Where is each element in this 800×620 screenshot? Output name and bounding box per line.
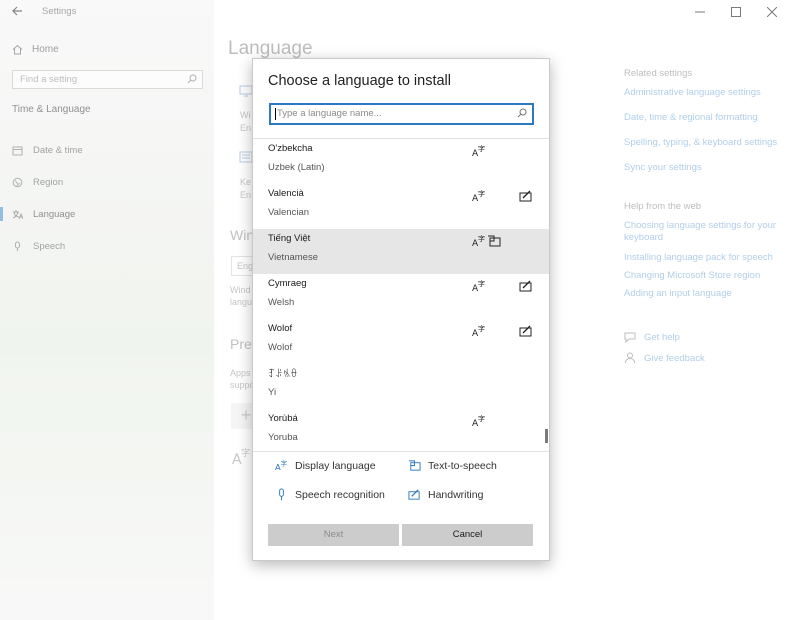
svg-text:字: 字 xyxy=(478,324,485,333)
display-language-icon: A字 xyxy=(472,414,485,428)
legend-speech-recognition: Speech recognition xyxy=(275,488,385,501)
language-native-name: ꆈꌠꁱꂷ xyxy=(268,369,298,380)
language-row-wolof[interactable]: Wolof Wolof A字 xyxy=(253,319,549,364)
language-english-name: Yoruba xyxy=(268,432,298,443)
cancel-button[interactable]: Cancel xyxy=(402,524,533,546)
language-native-name: O'zbekcha xyxy=(268,143,313,154)
text-to-speech-icon xyxy=(488,235,501,247)
svg-text:字: 字 xyxy=(281,459,288,468)
legend-label: Display language xyxy=(295,459,376,472)
display-language-icon: A字 xyxy=(472,324,485,338)
language-native-name: Tiếng Việt xyxy=(268,233,311,244)
display-language-icon: A字 xyxy=(472,279,485,293)
svg-text:字: 字 xyxy=(478,189,485,198)
language-row-yoruba[interactable]: Yorùbá Yoruba A字 xyxy=(253,409,549,451)
legend-text-to-speech: Text-to-speech xyxy=(408,459,497,472)
display-language-icon: A字 xyxy=(472,189,485,203)
handwriting-icon xyxy=(408,489,420,500)
dialog-title: Choose a language to install xyxy=(268,73,451,89)
next-button[interactable]: Next xyxy=(268,524,399,546)
language-search-input[interactable]: Type a language name... xyxy=(269,103,534,125)
legend-label: Speech recognition xyxy=(295,488,385,501)
language-row-valencian[interactable]: Valencià Valencian A字 xyxy=(253,184,549,229)
scrollbar-thumb[interactable] xyxy=(545,429,548,443)
language-native-name: Yorùbá xyxy=(268,413,298,424)
choose-language-dialog: Choose a language to install Type a lang… xyxy=(252,58,550,561)
language-search-placeholder: Type a language name... xyxy=(277,108,382,119)
text-caret xyxy=(275,108,276,120)
handwriting-icon xyxy=(519,190,532,202)
language-row-uzbek[interactable]: O'zbekcha Uzbek (Latin) A字 xyxy=(253,139,549,184)
language-list[interactable]: O'zbekcha Uzbek (Latin) A字 Valencià Vale… xyxy=(253,139,549,451)
language-english-name: Valencian xyxy=(268,207,310,218)
legend-label: Text-to-speech xyxy=(428,459,497,472)
language-english-name: Vietnamese xyxy=(268,252,318,263)
language-english-name: Yi xyxy=(268,387,277,398)
legend-display-language: A字 Display language xyxy=(275,459,376,472)
language-english-name: Welsh xyxy=(268,297,295,308)
legend-handwriting: Handwriting xyxy=(408,488,483,501)
language-row-welsh[interactable]: Cymraeg Welsh A字 xyxy=(253,274,549,319)
language-native-name: Valencià xyxy=(268,188,304,199)
legend-label: Handwriting xyxy=(428,488,484,501)
language-native-name: Wolof xyxy=(268,323,293,334)
language-english-name: Wolof xyxy=(268,342,293,353)
svg-text:字: 字 xyxy=(478,279,485,288)
svg-text:字: 字 xyxy=(478,414,485,423)
microphone-icon xyxy=(279,488,284,501)
language-english-name: Uzbek (Latin) xyxy=(268,162,325,173)
language-row-yi[interactable]: ꆈꌠꁱꂷ Yi xyxy=(253,364,549,409)
display-language-icon: A字 xyxy=(472,234,485,248)
display-language-icon: A字 xyxy=(472,144,485,158)
language-native-name: Cymraeg xyxy=(268,278,307,289)
search-icon xyxy=(517,108,527,118)
handwriting-icon xyxy=(519,325,532,337)
language-row-vietnamese[interactable]: Tiếng Việt Vietnamese A字 xyxy=(253,229,549,274)
svg-text:字: 字 xyxy=(478,144,485,153)
display-language-icon: A字 xyxy=(275,459,288,472)
handwriting-icon xyxy=(519,280,532,292)
svg-text:字: 字 xyxy=(478,234,485,243)
text-to-speech-icon xyxy=(408,460,421,471)
divider xyxy=(253,451,549,452)
